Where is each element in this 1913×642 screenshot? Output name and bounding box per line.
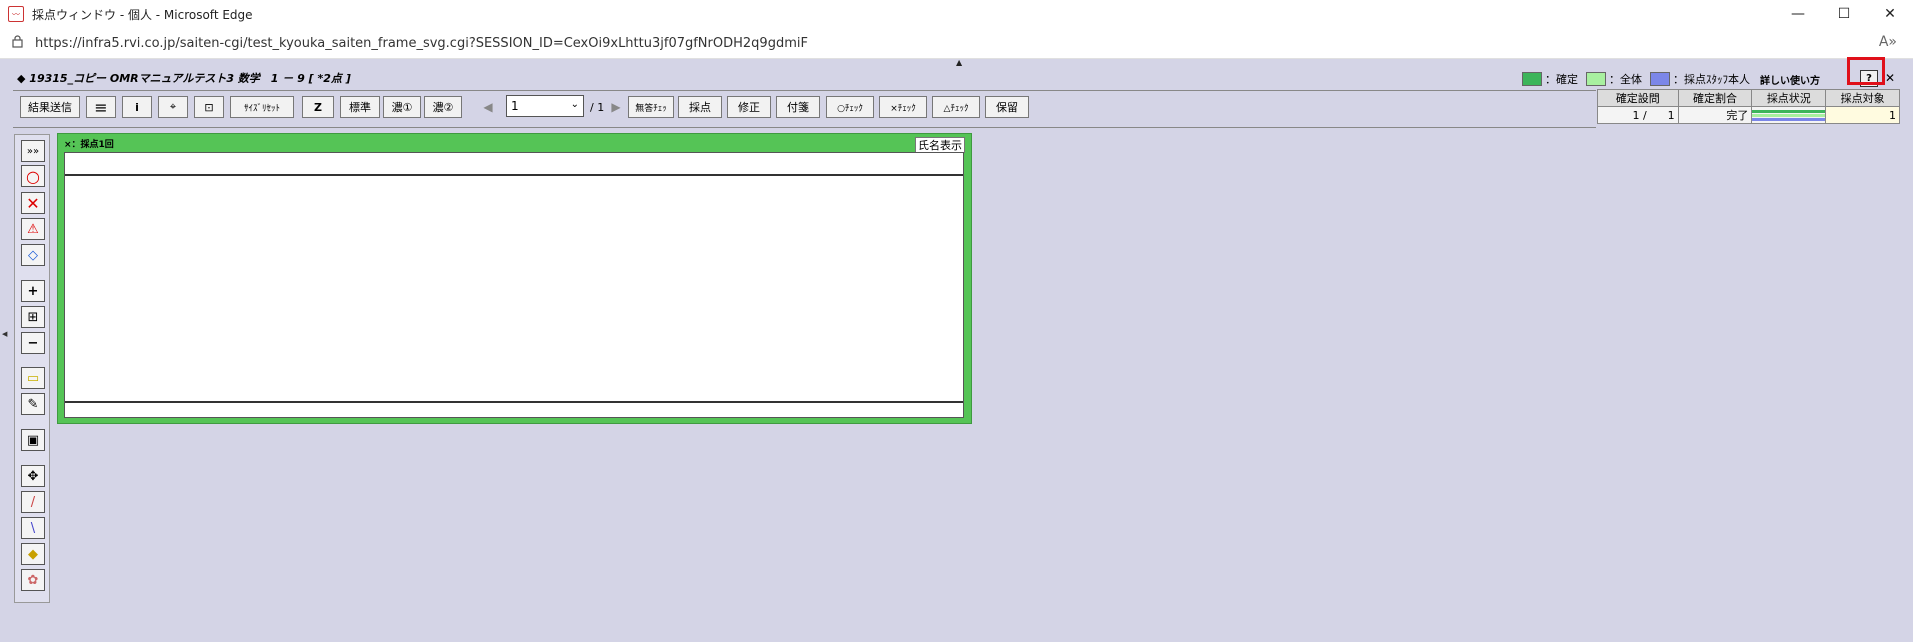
fix-button[interactable]: 修正 [727,96,771,118]
dark2-button[interactable]: 濃② [424,96,462,118]
standard-button[interactable]: 標準 [340,96,380,118]
window-titlebar: 〰 採点ウィンドウ - 個人 - Microsoft Edge — ☐ ✕ [0,0,1913,28]
eraser-icon[interactable]: ◆ [21,543,45,565]
status-legend: ：確定 ：全体 ：採点ｽﾀｯﾌ本人 詳しい使い方 [1514,71,1820,87]
hold-button[interactable]: 保留 [985,96,1029,118]
test-title: ◆ 19315_コピー OMRマニュアルテスト3 数学 1 － 9 [ *2点 … [17,72,351,85]
show-name-button[interactable]: 氏名表示 [915,137,965,153]
confirmed-ratio: 完了 [1677,106,1753,124]
page-icon[interactable]: ▣ [21,429,45,451]
zoom-in-icon[interactable]: + [21,280,45,302]
dark1-button[interactable]: 濃① [383,96,421,118]
stamp-icon[interactable]: ✿ [21,569,45,591]
info-icon[interactable]: i [122,96,152,118]
confirmed-count: 1 / [1632,108,1647,122]
blue-pen-icon[interactable]: \ [21,517,45,539]
app-icon: 〰 [8,6,24,22]
maximize-button[interactable]: ☐ [1821,0,1867,28]
answer-panel: ×：採点1回 氏名表示 [57,133,972,424]
window-title: 採点ウィンドウ - 個人 - Microsoft Edge [32,7,253,22]
cross-check-button[interactable]: ×ﾁｪｯｸ [879,96,927,118]
marker-icon[interactable]: ▭ [21,367,45,389]
col-confirmed-questions: 確定設問 [1597,89,1679,107]
answer-bottom-line [65,401,963,403]
highlight-box [1847,57,1885,85]
list-icon[interactable]: ≡ [86,96,116,118]
sticky-note-button[interactable]: 付箋 [776,96,820,118]
bar-staff [1752,117,1826,121]
window-controls: — ☐ ✕ [1775,0,1913,28]
grading-count-label: ×：採点1回 [64,140,114,150]
size-reset-button[interactable]: ｻｲｽﾞﾘｾｯﾄ [230,96,294,118]
next-page-icon[interactable]: ▶ [604,96,628,118]
bar-confirmed [1752,109,1826,113]
grading-target: 1 [1825,106,1900,124]
col-grading-target: 採点対象 [1825,89,1900,107]
chevron-down-icon: ⌄ [570,99,579,110]
status-bars [1751,106,1827,124]
legend-swatch-all [1586,72,1606,86]
page-select[interactable]: 1 ⌄ [506,95,584,117]
legend-swatch-confirmed [1522,72,1542,86]
bar-all [1752,113,1826,117]
circle-mark-icon[interactable]: ○ [21,165,45,187]
z-order-icon[interactable]: Z [302,96,334,118]
send-results-button[interactable]: 結果送信 [20,96,80,118]
tool-palette: »» ○ ✕ ⚠ ◇ + ⊞ − ▭ ✎ ▣ ✥ / \ ◆ ✿ [14,134,50,603]
grading-status-table: 確定設問 確定割合 採点状況 採点対象 1 / 1 完了 1 [1597,89,1900,124]
no-answer-check-button[interactable]: 無答ﾁｪｯ [628,96,674,118]
confirmed-count-cell: 1 / 1 [1597,106,1679,124]
legend-label-confirmed: ：確定 [1545,73,1578,86]
answer-top-line [65,174,963,176]
detail-usage-link[interactable]: 詳しい使い方 [1760,72,1820,87]
zoom-out-icon[interactable]: − [21,332,45,354]
cross-mark-icon[interactable]: ✕ [21,192,45,214]
col-confirmed-ratio: 確定割合 [1677,89,1753,107]
page-select-value: 1 [511,99,519,113]
zoom-icon[interactable]: ⊡ [194,96,224,118]
close-window-button[interactable]: ✕ [1867,0,1913,28]
legend-swatch-staff [1650,72,1670,86]
triangle-check-button[interactable]: △ﾁｪｯｸ [932,96,980,118]
close-panel-button[interactable]: ✕ [1883,70,1897,85]
fit-icon[interactable]: ⌖ [158,96,188,118]
legend-label-all: ：全体 [1609,73,1642,86]
lock-icon[interactable] [12,35,23,51]
fit-frame-icon[interactable]: ⊞ [21,306,45,328]
side-collapse-icon[interactable]: ◀ [2,330,7,338]
red-pen-icon[interactable]: / [21,491,45,513]
answer-image[interactable] [64,152,964,418]
legend-label-staff: ：採点ｽﾀｯﾌ本人 [1673,73,1750,86]
url-text[interactable]: https://infra5.rvi.co.jp/saiten-cgi/test… [35,36,808,51]
triangle-mark-icon[interactable]: ⚠ [21,218,45,240]
grade-button[interactable]: 採点 [678,96,722,118]
diamond-mark-icon[interactable]: ◇ [21,244,45,266]
confirmed-total: 1 [1667,108,1675,122]
circle-check-button[interactable]: ○ﾁｪｯｸ [826,96,874,118]
address-bar: https://infra5.rvi.co.jp/saiten-cgi/test… [0,28,1913,59]
col-grading-status: 採点状況 [1751,89,1827,107]
edit-note-icon[interactable]: ✎ [21,393,45,415]
grading-toolbar: 結果送信 ≡ i ⌖ ⊡ ｻｲｽﾞﾘｾｯﾄ Z 標準 濃① 濃② ◀ 1 ⌄ /… [13,90,1596,128]
move-icon[interactable]: ✥ [21,465,45,487]
expand-tool-icon[interactable]: »» [21,140,45,162]
read-aloud-icon[interactable]: A» [1879,34,1897,50]
prev-page-icon[interactable]: ◀ [476,96,500,118]
page-total: / 1 [590,101,605,114]
collapse-header-icon[interactable]: ▲ [956,58,962,67]
minimize-button[interactable]: — [1775,0,1821,28]
test-header: ◆ 19315_コピー OMRマニュアルテスト3 数学 1 － 9 [ *2点 … [13,67,1900,89]
